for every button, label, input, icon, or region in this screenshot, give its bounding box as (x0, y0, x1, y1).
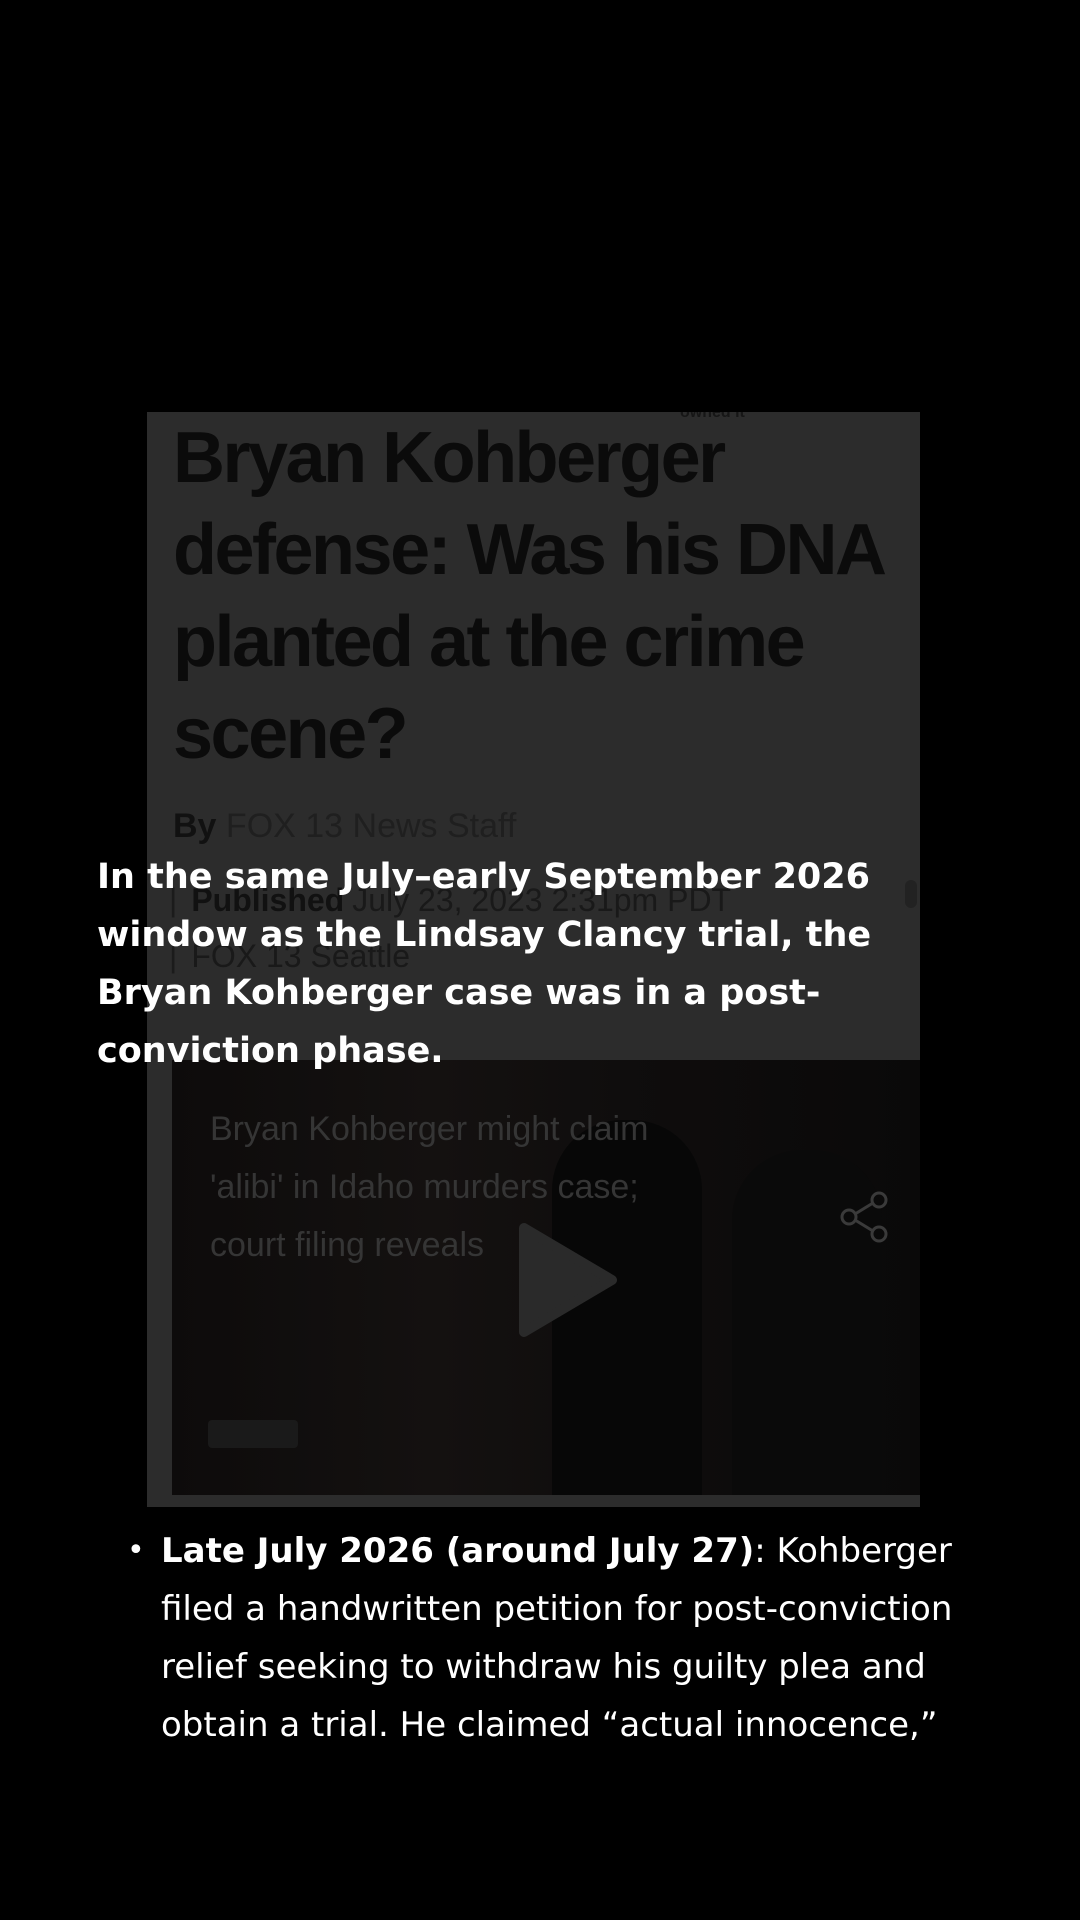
bullet-list: • Late July 2026 (around July 27): Kohbe… (0, 1522, 1080, 1754)
play-icon[interactable] (512, 1220, 622, 1340)
video-duration-badge (208, 1420, 298, 1448)
bullet-lead: Late July 2026 (around July 27) (161, 1531, 755, 1571)
list-item: • Late July 2026 (around July 27): Kohbe… (0, 1522, 991, 1754)
byline-name: FOX 13 News Staff (225, 807, 517, 845)
screen: owned it Bryan Kohberger defense: Was hi… (0, 0, 1080, 1920)
video-player[interactable]: Bryan Kohberger might claim 'alibi' in I… (172, 1060, 920, 1495)
article-headline: Bryan Kohberger defense: Was his DNA pla… (173, 418, 884, 774)
share-icon[interactable] (837, 1190, 891, 1244)
byline-label: By (173, 807, 217, 845)
overlay-text: In the same July–early September 2026 wi… (97, 857, 872, 1071)
bullet-marker: • (127, 1533, 145, 1568)
article-byline: By FOX 13 News Staff (173, 807, 516, 846)
